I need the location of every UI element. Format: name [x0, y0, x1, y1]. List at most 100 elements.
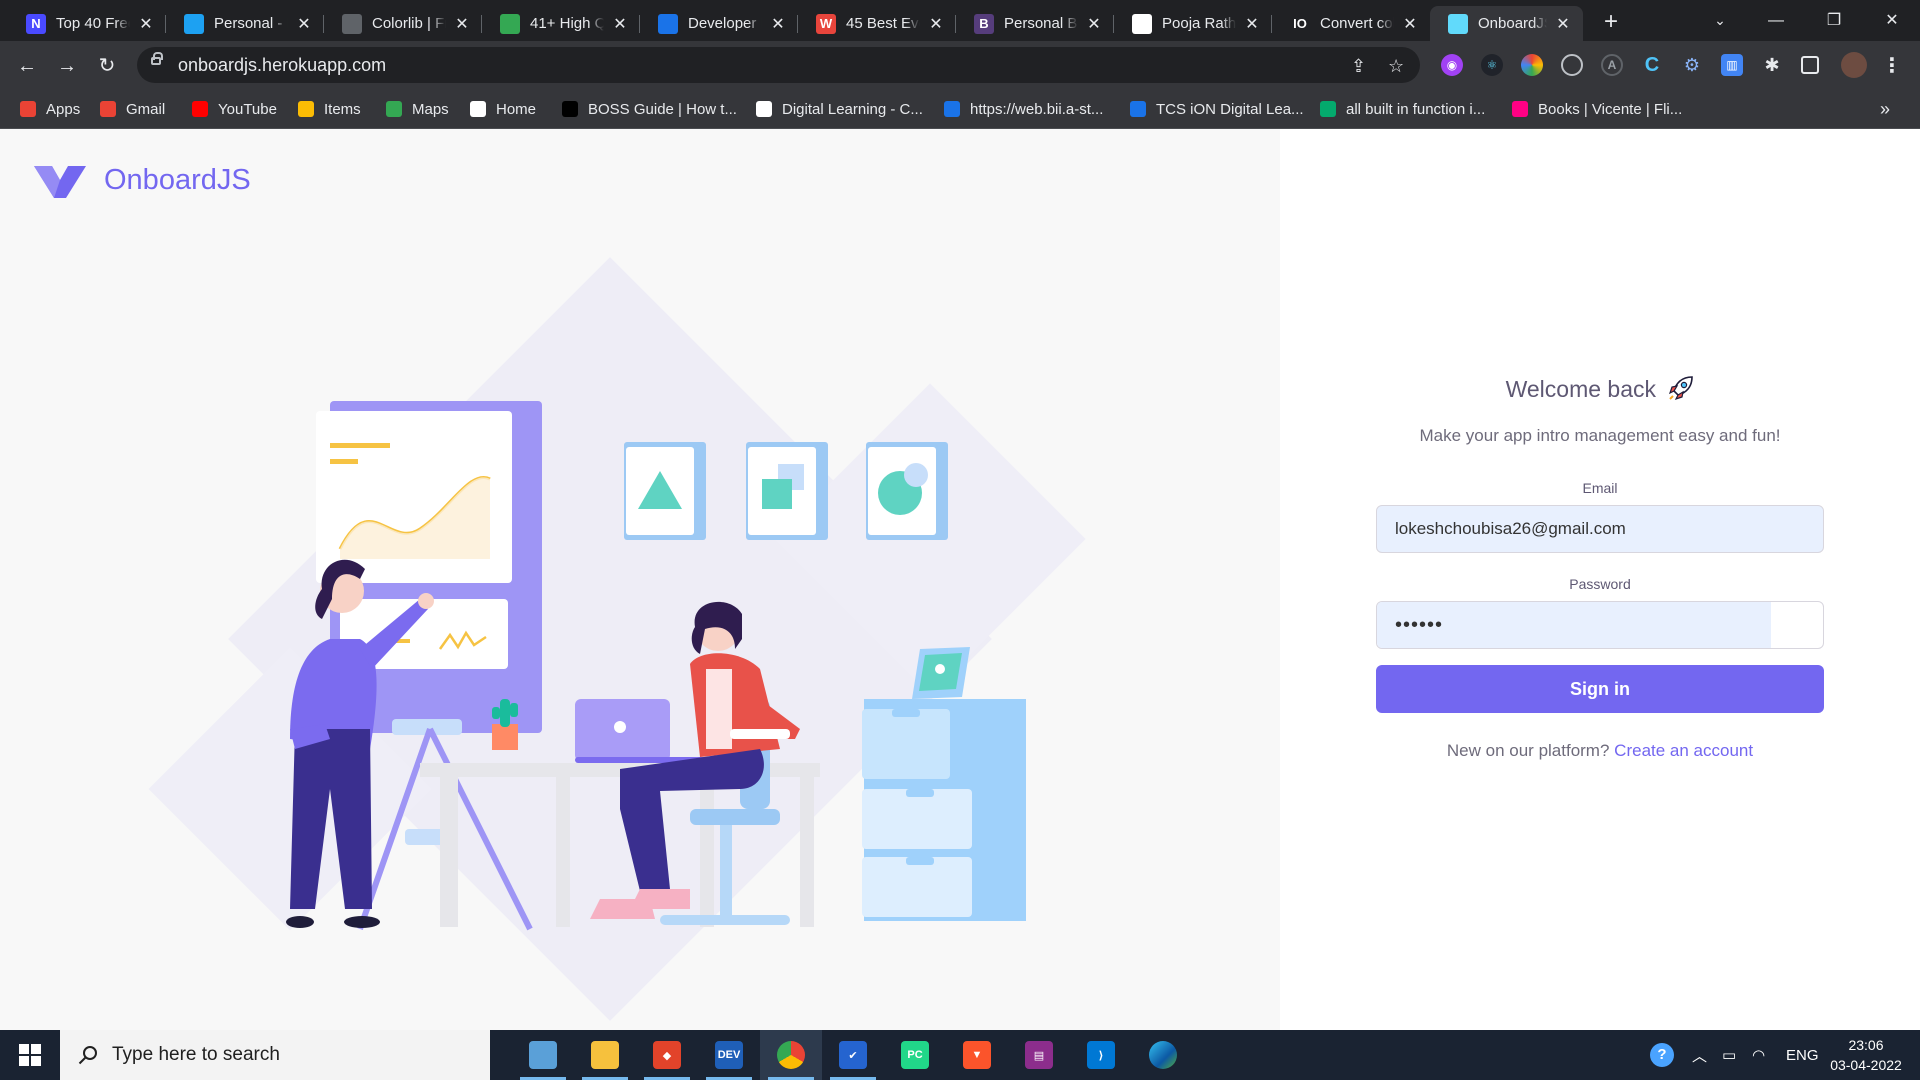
- show-hidden-icons-chevron-icon[interactable]: ︿: [1692, 1030, 1707, 1080]
- color-picker-icon[interactable]: [1521, 54, 1543, 76]
- address-bar[interactable]: onboardjs.herokuapp.com ⇪ ☆: [137, 47, 1420, 83]
- tab-close-icon[interactable]: ✕: [1242, 14, 1262, 34]
- share-icon[interactable]: ⇪: [1351, 56, 1366, 77]
- system-clock[interactable]: 23:06 03-04-2022: [1826, 1035, 1906, 1075]
- extensions-puzzle-icon[interactable]: ✱: [1761, 54, 1783, 76]
- bookmark-item[interactable]: Apps: [20, 98, 80, 120]
- tab-title[interactable]: Developer F: [688, 15, 762, 32]
- tab-close-icon[interactable]: ✕: [294, 14, 314, 34]
- taskbar-app[interactable]: DEV: [698, 1030, 760, 1080]
- bookmark-item[interactable]: BOSS Guide | How t...: [562, 98, 737, 120]
- profile-avatar[interactable]: [1841, 52, 1867, 78]
- reload-button[interactable]: ↻: [91, 50, 123, 82]
- sign-in-button[interactable]: Sign in: [1376, 665, 1824, 713]
- taskbar-app[interactable]: [1132, 1030, 1194, 1080]
- browser-tab[interactable]: Pooja Ratho ✕: [1114, 6, 1272, 41]
- bookmark-label[interactable]: Maps: [412, 101, 449, 118]
- forward-button[interactable]: →: [51, 50, 83, 82]
- bookmark-label[interactable]: Apps: [46, 101, 80, 118]
- new-tab-button[interactable]: +: [1597, 8, 1625, 36]
- bookmark-label[interactable]: YouTube: [218, 101, 277, 118]
- taskbar-app[interactable]: ▤: [1008, 1030, 1070, 1080]
- extension-a-icon[interactable]: A: [1601, 54, 1623, 76]
- bookmark-label[interactable]: BOSS Guide | How t...: [588, 101, 737, 118]
- browser-tab[interactable]: Developer F ✕: [640, 6, 798, 41]
- tab-title[interactable]: Convert col: [1320, 15, 1394, 32]
- taskbar-app[interactable]: [512, 1030, 574, 1080]
- side-panel-icon[interactable]: [1801, 56, 1819, 74]
- bookmark-item[interactable]: Maps: [386, 98, 449, 120]
- tab-close-icon[interactable]: ✕: [452, 14, 472, 34]
- minimize-button[interactable]: —: [1748, 0, 1804, 41]
- browser-tab[interactable]: OnboardJS ✕: [1430, 6, 1583, 41]
- tab-close-icon[interactable]: ✕: [610, 14, 630, 34]
- email-field[interactable]: lokeshchoubisa26@gmail.com: [1376, 505, 1824, 553]
- brand-logo[interactable]: OnboardJS: [34, 162, 251, 198]
- browser-tab[interactable]: Colorlib | Fr ✕: [324, 6, 482, 41]
- tab-close-icon[interactable]: ✕: [1553, 14, 1573, 34]
- bookmark-label[interactable]: TCS iON Digital Lea...: [1156, 101, 1304, 118]
- bookmark-label[interactable]: Digital Learning - C...: [782, 101, 923, 118]
- tab-close-icon[interactable]: ✕: [1400, 14, 1420, 34]
- browser-tab[interactable]: IO Convert col ✕: [1272, 6, 1430, 41]
- bookmark-item[interactable]: all built in function i...: [1320, 98, 1485, 120]
- bookmark-label[interactable]: Items: [324, 101, 361, 118]
- bookmark-star-icon[interactable]: ☆: [1388, 56, 1404, 77]
- close-window-button[interactable]: ✕: [1864, 0, 1920, 41]
- bookmark-label[interactable]: Books | Vicente | Fli...: [1538, 101, 1682, 118]
- lock-icon[interactable]: [151, 52, 163, 65]
- bookmark-label[interactable]: https://web.bii.a-st...: [970, 101, 1103, 118]
- bookmark-item[interactable]: Books | Vicente | Fli...: [1512, 98, 1682, 120]
- bookmark-item[interactable]: https://web.bii.a-st...: [944, 98, 1103, 120]
- browser-tab[interactable]: B Personal Bo ✕: [956, 6, 1114, 41]
- taskbar-app[interactable]: ✔: [822, 1030, 884, 1080]
- tab-title[interactable]: Colorlib | Fr: [372, 15, 446, 32]
- browser-tab[interactable]: 41+ High Q ✕: [482, 6, 640, 41]
- bookmark-item[interactable]: Gmail: [100, 98, 165, 120]
- tab-title[interactable]: Top 40 Free: [56, 15, 130, 32]
- bookmark-label[interactable]: Gmail: [126, 101, 165, 118]
- battery-icon[interactable]: ▭: [1722, 1030, 1736, 1080]
- bookmark-label[interactable]: all built in function i...: [1346, 101, 1485, 118]
- react-devtools-icon[interactable]: ⚛: [1481, 54, 1503, 76]
- taskbar-search[interactable]: Type here to search: [60, 1030, 490, 1080]
- url-text[interactable]: onboardjs.herokuapp.com: [178, 55, 386, 76]
- browser-menu-icon[interactable]: ⋮: [1881, 54, 1903, 77]
- tab-title[interactable]: Personal - F: [214, 15, 288, 32]
- tab-title[interactable]: OnboardJS: [1478, 15, 1547, 32]
- email-value[interactable]: lokeshchoubisa26@gmail.com: [1395, 519, 1626, 539]
- tab-search-icon[interactable]: ⌄: [1692, 0, 1748, 41]
- bookmark-item[interactable]: YouTube: [192, 98, 277, 120]
- tab-title[interactable]: 41+ High Q: [530, 15, 604, 32]
- tab-title[interactable]: Pooja Ratho: [1162, 15, 1236, 32]
- back-button[interactable]: ←: [11, 50, 43, 82]
- extension-gear-icon[interactable]: ⚙: [1681, 54, 1703, 76]
- tab-title[interactable]: 45 Best Eve: [846, 15, 920, 32]
- create-account-link[interactable]: Create an account: [1614, 741, 1753, 760]
- taskbar-app[interactable]: PC: [884, 1030, 946, 1080]
- bookmark-label[interactable]: Home: [496, 101, 536, 118]
- search-placeholder[interactable]: Type here to search: [112, 1044, 280, 1066]
- taskbar-app[interactable]: [574, 1030, 636, 1080]
- extension-board-icon[interactable]: ▥: [1721, 54, 1743, 76]
- bookmark-item[interactable]: TCS iON Digital Lea...: [1130, 98, 1304, 120]
- tab-close-icon[interactable]: ✕: [136, 14, 156, 34]
- tab-close-icon[interactable]: ✕: [1084, 14, 1104, 34]
- language-indicator[interactable]: ENG: [1786, 1030, 1819, 1080]
- tab-close-icon[interactable]: ✕: [926, 14, 946, 34]
- taskbar-app[interactable]: ⟩: [1070, 1030, 1132, 1080]
- taskbar-app[interactable]: ◆: [636, 1030, 698, 1080]
- tab-title[interactable]: Personal Bo: [1004, 15, 1078, 32]
- bookmark-item[interactable]: Digital Learning - C...: [756, 98, 923, 120]
- help-icon[interactable]: ?: [1650, 1030, 1674, 1080]
- taskbar-app[interactable]: ▼: [946, 1030, 1008, 1080]
- wifi-icon[interactable]: ◠: [1752, 1030, 1765, 1080]
- password-field[interactable]: ••••••: [1376, 601, 1824, 649]
- maximize-button[interactable]: ❐: [1806, 0, 1862, 41]
- tab-close-icon[interactable]: ✕: [768, 14, 788, 34]
- bookmark-item[interactable]: Home: [470, 98, 536, 120]
- browser-tab[interactable]: Personal - F ✕: [166, 6, 324, 41]
- taskbar-app[interactable]: [760, 1030, 822, 1080]
- more-bookmarks-icon[interactable]: »: [1880, 98, 1890, 120]
- start-button[interactable]: [0, 1030, 60, 1080]
